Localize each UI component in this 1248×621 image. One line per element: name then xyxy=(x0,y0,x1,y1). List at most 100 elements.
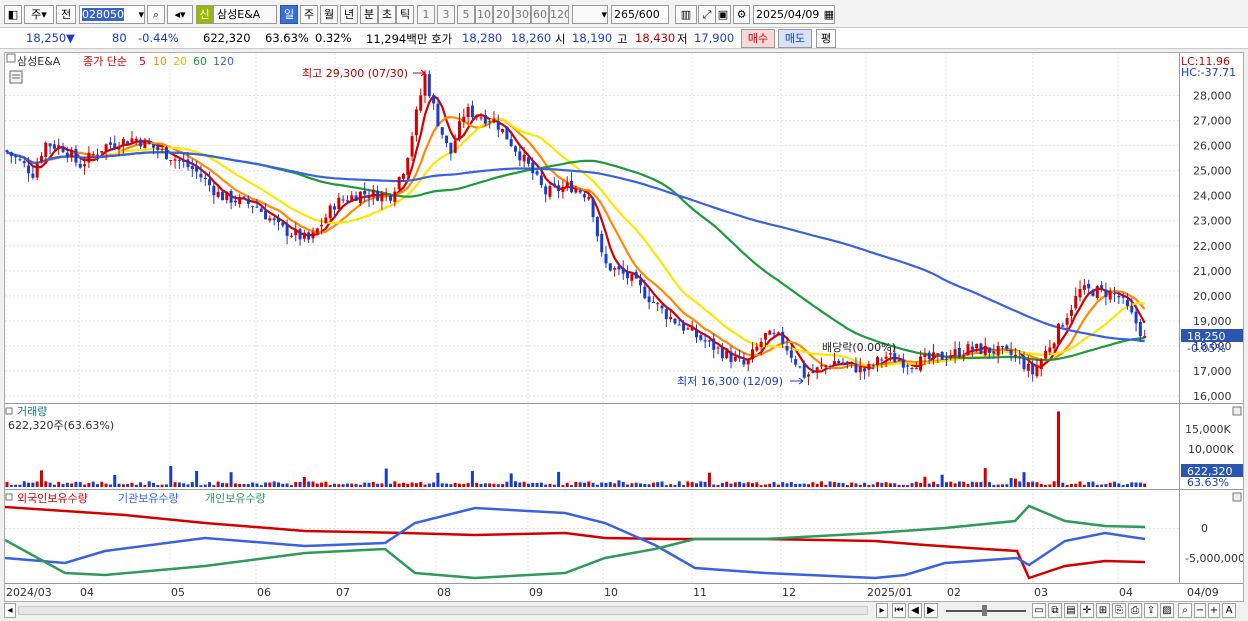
indicator-list-icon[interactable] xyxy=(9,70,23,84)
magnifier-icon[interactable]: ⌕ xyxy=(1178,603,1192,618)
holding-panel-close-icon[interactable] xyxy=(1232,492,1242,502)
font-size-icon[interactable]: A xyxy=(1222,603,1236,618)
volume-bar xyxy=(656,482,660,487)
period-prefix-select[interactable]: 주▾ xyxy=(24,5,54,24)
volume-bar xyxy=(953,483,957,487)
custom-interval-select[interactable]: ▾ xyxy=(572,5,608,24)
interval-60-button[interactable]: 60 xyxy=(531,5,549,24)
draw-tool-icon[interactable]: ⤢ xyxy=(698,5,716,24)
period-month-button[interactable]: 월 xyxy=(320,5,338,24)
candle-body xyxy=(621,268,625,274)
search-icon[interactable]: ⌕ xyxy=(147,5,165,24)
volume-bar xyxy=(1026,482,1030,487)
volume-bar xyxy=(919,482,923,487)
volume-panel-close-icon[interactable] xyxy=(1232,406,1242,416)
volume-bar xyxy=(505,481,509,487)
sell-button[interactable]: 매도 xyxy=(778,29,812,48)
interval-1-button[interactable]: 1 xyxy=(417,5,435,24)
next-page-icon[interactable]: ▶ xyxy=(924,603,938,618)
candle-body xyxy=(1100,285,1104,288)
export-icon[interactable]: ⇪ xyxy=(1144,603,1158,618)
candle-body xyxy=(1113,293,1117,295)
candle-body xyxy=(350,195,354,201)
chart-area[interactable]: 28,000 27,000 26,000 25,000 24,000 23,000 22,0… xyxy=(4,52,1245,602)
date-input[interactable]: 2025/04/09 ▦ xyxy=(753,5,835,24)
hoga-label: 호가 xyxy=(431,32,453,46)
volume-bar xyxy=(582,482,586,487)
volume-bar xyxy=(949,481,953,487)
split-view-icon[interactable]: ⧉ xyxy=(1048,603,1062,618)
volume-panel-menu-icon[interactable] xyxy=(5,407,13,415)
layout-icon[interactable]: ▭ xyxy=(1032,603,1046,618)
candle-body xyxy=(380,193,384,202)
period-second-button[interactable]: 초 xyxy=(378,5,396,24)
volume-bar xyxy=(350,483,354,487)
candle-body xyxy=(957,348,961,357)
volume-bar xyxy=(893,483,897,487)
candle-body xyxy=(95,154,99,156)
grid-icon[interactable]: ⊞ xyxy=(1096,603,1110,618)
period-day-button[interactable]: 일 xyxy=(280,5,298,24)
gear-icon[interactable]: ⚙ xyxy=(733,5,750,24)
interval-3-button[interactable]: 3 xyxy=(437,5,455,24)
scroll-left-icon[interactable]: ◂ xyxy=(4,603,16,618)
data-count-input[interactable]: 265/600 xyxy=(611,5,669,24)
candle-body xyxy=(548,186,552,197)
volume-bar xyxy=(802,483,806,487)
calendar-icon[interactable]: ▦ xyxy=(824,6,834,23)
period-week-button[interactable]: 주 xyxy=(300,5,318,24)
volume-bar xyxy=(651,482,655,487)
prev-button[interactable]: 전 xyxy=(56,5,76,24)
image-icon[interactable]: ▨ xyxy=(1160,603,1174,618)
volume-bar xyxy=(1121,485,1125,487)
compare-icon[interactable]: ▤ xyxy=(1064,603,1078,618)
volume-bar xyxy=(453,482,457,487)
first-page-icon[interactable]: ⏮ xyxy=(892,603,906,618)
candle-body xyxy=(324,217,328,224)
candle-body xyxy=(505,126,509,140)
crosshair-icon[interactable]: ✛ xyxy=(1080,603,1094,618)
period-tick-button[interactable]: 틱 xyxy=(396,5,414,24)
candle-body xyxy=(927,352,931,359)
candle-body xyxy=(798,366,802,368)
stock-code-input[interactable]: 028050 ▾ xyxy=(79,5,145,24)
print-icon[interactable]: ⎙ xyxy=(1128,603,1142,618)
zoom-slider-handle[interactable] xyxy=(982,605,987,616)
copy-icon[interactable]: ⎘ xyxy=(1112,603,1126,618)
interval-10-button[interactable]: 10 xyxy=(475,5,493,24)
chart-type-icon[interactable]: ▥ xyxy=(675,5,697,24)
zoom-out-icon[interactable]: − xyxy=(1194,603,1206,618)
speaker-icon[interactable]: ◂▾ xyxy=(167,5,193,24)
save-icon[interactable]: ▣ xyxy=(715,5,731,24)
stock-name-field[interactable]: 삼성E&A xyxy=(213,5,277,24)
panel-menu-icon[interactable] xyxy=(6,53,16,63)
candle-body xyxy=(182,160,186,162)
zoom-in-icon[interactable]: + xyxy=(1208,603,1220,618)
interval-5-button[interactable]: 5 xyxy=(457,5,475,24)
holding-panel-menu-icon[interactable] xyxy=(5,493,13,501)
volume-bar xyxy=(574,481,578,487)
interval-20-button[interactable]: 20 xyxy=(493,5,513,24)
candle-body xyxy=(1005,345,1009,349)
candle-body xyxy=(1117,295,1121,298)
hc-label: HC:-37.71 xyxy=(1181,66,1236,79)
volume-bar xyxy=(48,482,52,487)
period-minute-button[interactable]: 분 xyxy=(360,5,378,24)
volume-bar xyxy=(755,482,759,487)
avg-button[interactable]: 평 xyxy=(816,29,836,48)
buy-button[interactable]: 매수 xyxy=(741,29,775,48)
period-year-button[interactable]: 년 xyxy=(340,5,358,24)
volume-bar xyxy=(328,484,332,487)
volume-bar xyxy=(1143,483,1147,487)
candle-body xyxy=(988,347,992,353)
interval-30-button[interactable]: 30 xyxy=(513,5,531,24)
scroll-right-icon[interactable]: ▸ xyxy=(876,603,888,618)
candle-body xyxy=(91,154,95,156)
candle-body xyxy=(1013,354,1017,357)
chart-canvas[interactable]: 28,000 27,000 26,000 25,000 24,000 23,000 22,0… xyxy=(4,53,1245,601)
prev-page-icon[interactable]: ◀ xyxy=(908,603,922,618)
horizontal-scrollbar[interactable] xyxy=(18,606,868,615)
volume-bar xyxy=(944,482,948,487)
window-icon[interactable]: ◧ xyxy=(4,5,22,24)
interval-120-button[interactable]: 120 xyxy=(549,5,569,24)
